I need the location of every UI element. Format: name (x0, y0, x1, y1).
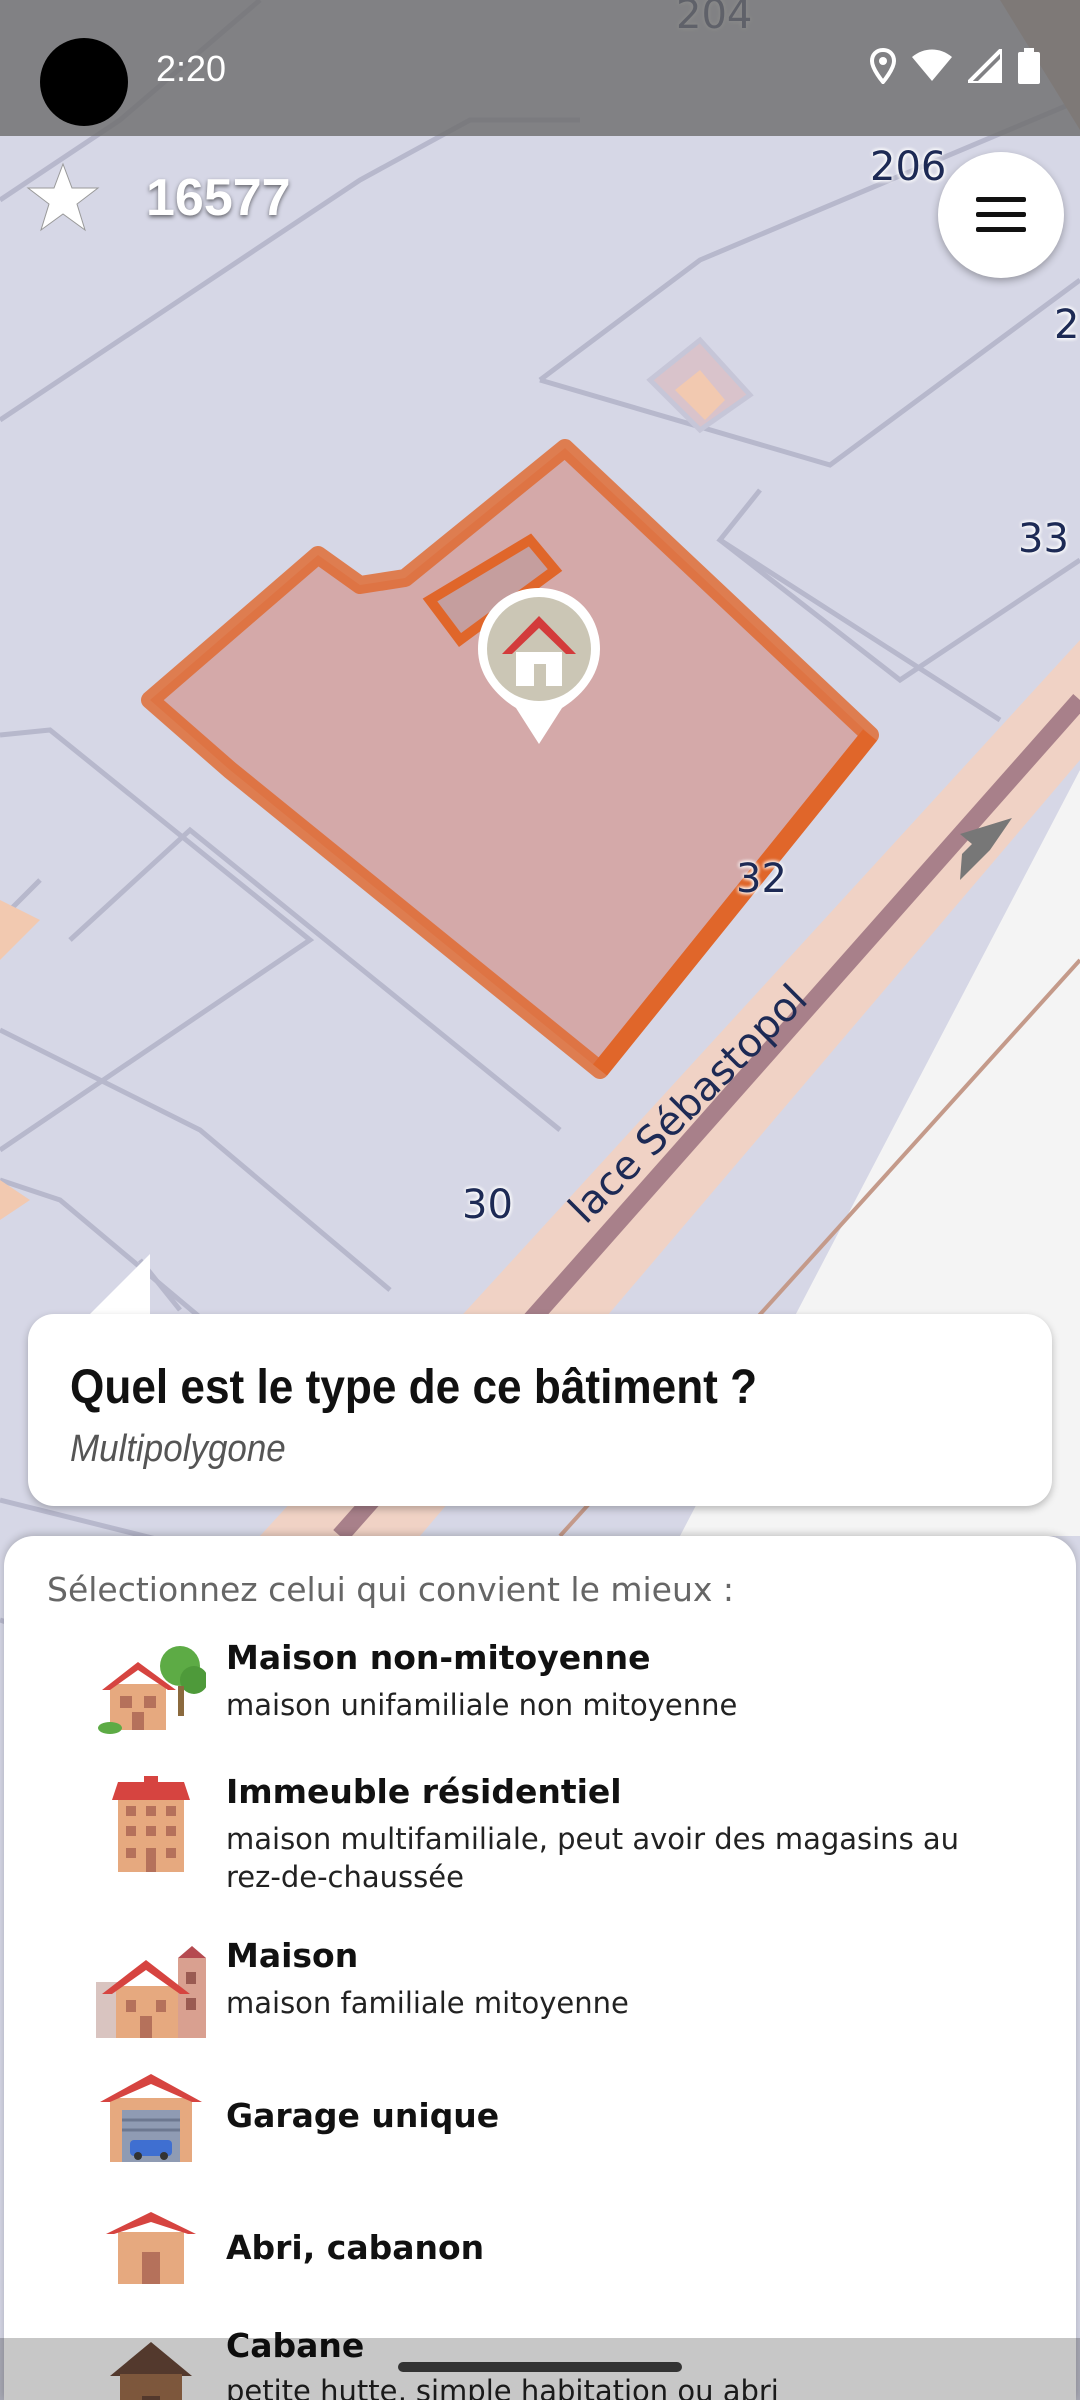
terraced-house-icon (96, 1946, 206, 2038)
garage-icon (100, 2074, 202, 2162)
menu-button[interactable] (938, 152, 1064, 278)
points-counter[interactable]: 16577 (146, 168, 291, 228)
question-subtitle: Multipolygone (70, 1428, 286, 1470)
answer-option-description: maison familiale mitoyenne (226, 1986, 629, 2020)
answer-option-shed[interactable]: Abri, cabanon (4, 2194, 1076, 2304)
answer-option-label: Immeuble résidentiel (226, 1772, 622, 1811)
star-shape (26, 162, 100, 232)
house-pin-icon (478, 588, 600, 744)
map-label-house-number: 30 (462, 1182, 513, 1228)
answer-option-detached-house[interactable]: Maison non-mitoyenne maison unifamiliale… (4, 1634, 1076, 1754)
answer-option-description: maison multifamiliale, peut avoir des ma… (226, 1822, 960, 1894)
map-label-house-number: 2 (1054, 302, 1080, 348)
answer-option-description: maison unifamiliale non mitoyenne (226, 1688, 738, 1722)
map-label-house-number: 32 (736, 856, 787, 902)
gesture-handle[interactable] (398, 2362, 682, 2372)
location-icon (870, 48, 896, 84)
status-bar: 2:20 (0, 0, 1080, 136)
question-card: Quel est le type de ce bâtiment ? Multip… (28, 1314, 1052, 1506)
answer-option-label: Maison (226, 1936, 359, 1975)
answer-option-label: Abri, cabanon (226, 2228, 485, 2267)
status-icons (870, 48, 1040, 84)
answer-option-label: Maison non-mitoyenne (226, 1638, 651, 1677)
answer-option-label: Garage unique (226, 2096, 500, 2135)
cell-signal-icon (968, 49, 1002, 83)
detached-house-icon (98, 1646, 206, 1734)
camera-cutout (40, 38, 128, 126)
answer-sheet[interactable]: Sélectionnez celui qui convient le mieux… (4, 1536, 1076, 2400)
question-title: Quel est le type de ce bâtiment ? (70, 1361, 758, 1414)
answer-option-garage[interactable]: Garage unique (4, 2062, 1076, 2172)
apartment-building-icon (112, 1776, 190, 1872)
question-card-pointer (88, 1254, 150, 1316)
wifi-icon (912, 49, 952, 81)
answer-option-terraced-house[interactable]: Maison maison familiale mitoyenne (4, 1932, 1076, 2052)
answer-prompt: Sélectionnez celui qui convient le mieux… (47, 1570, 735, 1609)
star-icon[interactable] (26, 160, 100, 234)
shed-icon (106, 2212, 196, 2284)
battery-icon (1018, 48, 1040, 84)
answer-option-apartment-building[interactable]: Immeuble résidentiel maison multifamilia… (4, 1768, 1076, 1918)
map-label-house-number: 33 (1018, 516, 1069, 562)
map-label-house-number: 206 (870, 144, 947, 190)
status-time: 2:20 (156, 48, 227, 89)
hamburger-menu-icon (976, 197, 1026, 232)
building-pin[interactable] (476, 586, 602, 746)
